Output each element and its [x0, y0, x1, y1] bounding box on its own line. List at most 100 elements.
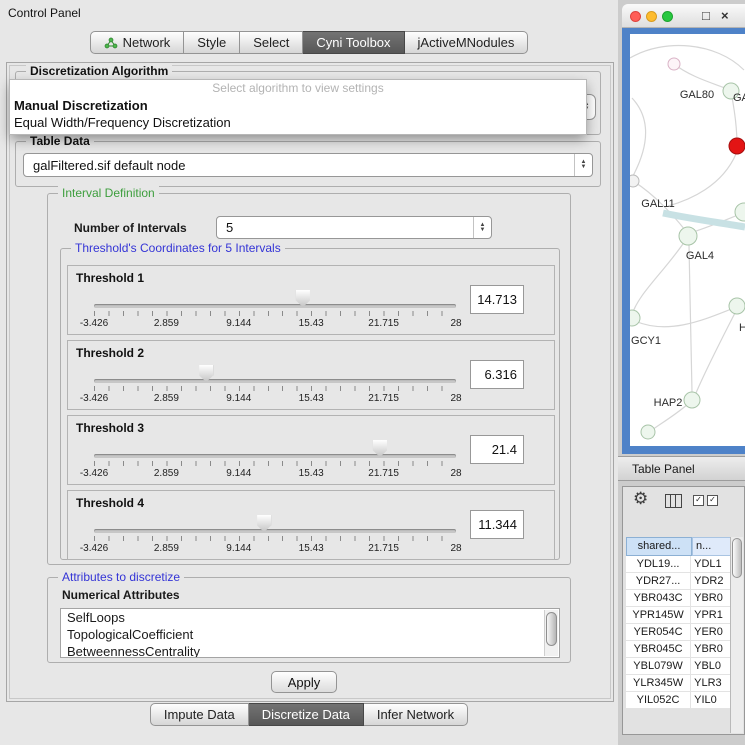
- tab-infer-network[interactable]: Infer Network: [364, 703, 468, 726]
- slider-ticks: [94, 386, 456, 391]
- threshold-2-slider[interactable]: -3.426 2.859 9.144 15.43 21.715 28: [94, 361, 456, 407]
- cell-name: YDR2: [691, 573, 732, 589]
- attribute-item-selfloops[interactable]: SelfLoops: [61, 609, 559, 626]
- tab-style-label: Style: [197, 35, 226, 50]
- checkbox-icon[interactable]: ✓: [693, 495, 704, 506]
- scale-label: 21.715: [368, 318, 399, 329]
- slider-scale-labels: -3.426 2.859 9.144 15.43 21.715 28: [94, 543, 456, 555]
- thick-edge: [663, 213, 745, 227]
- attribute-item-topologicalcoefficient[interactable]: TopologicalCoefficient: [61, 626, 559, 643]
- scale-label: 28: [450, 468, 461, 479]
- node[interactable]: [735, 203, 745, 221]
- network-icon: [104, 37, 118, 49]
- attribute-item-betweennesscentrality[interactable]: BetweennessCentrality: [61, 643, 559, 658]
- tab-discretize-data-label: Discretize Data: [262, 707, 350, 722]
- close-panel-icon[interactable]: ×: [721, 8, 729, 24]
- node-gcy1[interactable]: [630, 310, 640, 326]
- attributes-list-scrollbar[interactable]: [544, 610, 558, 656]
- minimize-traffic-light-icon[interactable]: [646, 11, 657, 22]
- slider-track: [94, 454, 456, 458]
- threshold-4-panel: Threshold 4 -3.426 2.859 9.144 15.43 21.…: [67, 490, 555, 560]
- node[interactable]: [641, 425, 655, 439]
- column-header-shared-name[interactable]: shared...: [626, 537, 692, 556]
- table-row[interactable]: YER054C YER0: [626, 624, 732, 641]
- float-panel-icon[interactable]: □: [702, 8, 710, 24]
- slider-ticks: [94, 536, 456, 541]
- tab-infer-network-label: Infer Network: [377, 707, 454, 722]
- network-canvas[interactable]: GAL80 GA GAL11 GAL4 GCY1 H HAP2: [630, 34, 745, 446]
- threshold-3-value-input[interactable]: [470, 435, 524, 464]
- zoom-traffic-light-icon[interactable]: [662, 11, 673, 22]
- table-row[interactable]: YPR145W YPR1: [626, 607, 732, 624]
- scale-label: 21.715: [368, 468, 399, 479]
- table-panel: ⚙ ✓ ✓ shared... n... YDL19... YDL1 YDR27…: [622, 486, 745, 735]
- cell-shared-name: YPR145W: [626, 607, 691, 623]
- cell-shared-name: YIL052C: [626, 692, 691, 708]
- algorithm-option-manual-discretization[interactable]: Manual Discretization: [10, 97, 586, 114]
- slider-scale-labels: -3.426 2.859 9.144 15.43 21.715 28: [94, 468, 456, 480]
- node-gal4[interactable]: [679, 227, 697, 245]
- application-root: Control Panel Network Style Select: [0, 0, 745, 745]
- gear-icon[interactable]: ⚙: [633, 489, 648, 509]
- table-row[interactable]: YBR045C YBR0: [626, 641, 732, 658]
- node-label-partial-h: H: [739, 322, 745, 334]
- algorithm-option-equal-width-frequency[interactable]: Equal Width/Frequency Discretization: [10, 114, 586, 131]
- numerical-attributes-list[interactable]: SelfLoops TopologicalCoefficient Between…: [60, 608, 560, 658]
- checkbox-icon[interactable]: ✓: [707, 495, 718, 506]
- numerical-attributes-label: Numerical Attributes: [62, 588, 180, 602]
- network-window-frame: GAL80 GA GAL11 GAL4 GCY1 H HAP2: [622, 28, 745, 454]
- cell-shared-name: YER054C: [626, 624, 691, 640]
- selected-node[interactable]: [729, 138, 745, 154]
- threshold-3-label: Threshold 3: [76, 421, 144, 435]
- threshold-2-panel: Threshold 2 -3.426 2.859 9.144 15.43 21.…: [67, 340, 555, 410]
- scale-label: -3.426: [80, 318, 108, 329]
- control-panel-title: Control Panel: [8, 6, 81, 20]
- close-traffic-light-icon[interactable]: [630, 11, 641, 22]
- threshold-3-slider[interactable]: -3.426 2.859 9.144 15.43 21.715 28: [94, 436, 456, 482]
- node[interactable]: [729, 298, 745, 314]
- tab-cyni-toolbox[interactable]: Cyni Toolbox: [303, 31, 404, 54]
- tab-discretize-data[interactable]: Discretize Data: [249, 703, 364, 726]
- table-row[interactable]: YDL19... YDL1: [626, 556, 732, 573]
- table-data-select[interactable]: galFiltered.sif default node ▲▼: [23, 153, 593, 177]
- threshold-1-value-input[interactable]: [470, 285, 524, 314]
- table-row[interactable]: YBL079W YBL0: [626, 658, 732, 675]
- threshold-4-value-input[interactable]: [470, 510, 524, 539]
- scale-label: 15.43: [299, 543, 324, 554]
- node-label-gal4: GAL4: [686, 250, 714, 262]
- table-panel-title: Table Panel: [632, 462, 695, 476]
- table-row[interactable]: YLR345W YLR3: [626, 675, 732, 692]
- number-of-intervals-select[interactable]: 5 ▲▼: [216, 216, 492, 239]
- column-header-name[interactable]: n...: [692, 537, 732, 556]
- tab-style[interactable]: Style: [184, 31, 240, 54]
- network-view-window: □ ×: [622, 4, 745, 454]
- scale-label: 9.144: [226, 543, 251, 554]
- apply-button[interactable]: Apply: [271, 671, 337, 693]
- table-row[interactable]: YIL052C YIL0: [626, 692, 732, 709]
- scale-label: 21.715: [368, 543, 399, 554]
- tab-impute-data[interactable]: Impute Data: [150, 703, 249, 726]
- slider-scale-labels: -3.426 2.859 9.144 15.43 21.715 28: [94, 318, 456, 330]
- columns-icon[interactable]: [665, 494, 682, 508]
- scale-label: 28: [450, 543, 461, 554]
- table-row[interactable]: YBR043C YBR0: [626, 590, 732, 607]
- threshold-3-panel: Threshold 3 -3.426 2.859 9.144 15.43 21.…: [67, 415, 555, 485]
- node[interactable]: [630, 175, 639, 187]
- table-row[interactable]: YDR27... YDR2: [626, 573, 732, 590]
- scrollbar-thumb[interactable]: [546, 612, 557, 646]
- table-scrollbar[interactable]: [730, 537, 743, 733]
- bottom-tab-bar: Impute Data Discretize Data Infer Networ…: [0, 703, 618, 726]
- tab-network[interactable]: Network: [90, 31, 185, 54]
- tab-jactivemnodules[interactable]: jActiveMNodules: [405, 31, 529, 54]
- node[interactable]: [668, 58, 680, 70]
- threshold-2-value-input[interactable]: [470, 360, 524, 389]
- node-label-partial-ga: GA: [733, 92, 745, 104]
- node-hap2[interactable]: [684, 392, 700, 408]
- node-label-gcy1: GCY1: [631, 335, 661, 347]
- scrollbar-thumb[interactable]: [732, 538, 742, 578]
- threshold-1-slider[interactable]: -3.426 2.859 9.144 15.43 21.715 28: [94, 286, 456, 332]
- tab-cyni-toolbox-label: Cyni Toolbox: [316, 35, 390, 50]
- scale-label: 9.144: [226, 318, 251, 329]
- threshold-4-slider[interactable]: -3.426 2.859 9.144 15.43 21.715 28: [94, 511, 456, 557]
- tab-select[interactable]: Select: [240, 31, 303, 54]
